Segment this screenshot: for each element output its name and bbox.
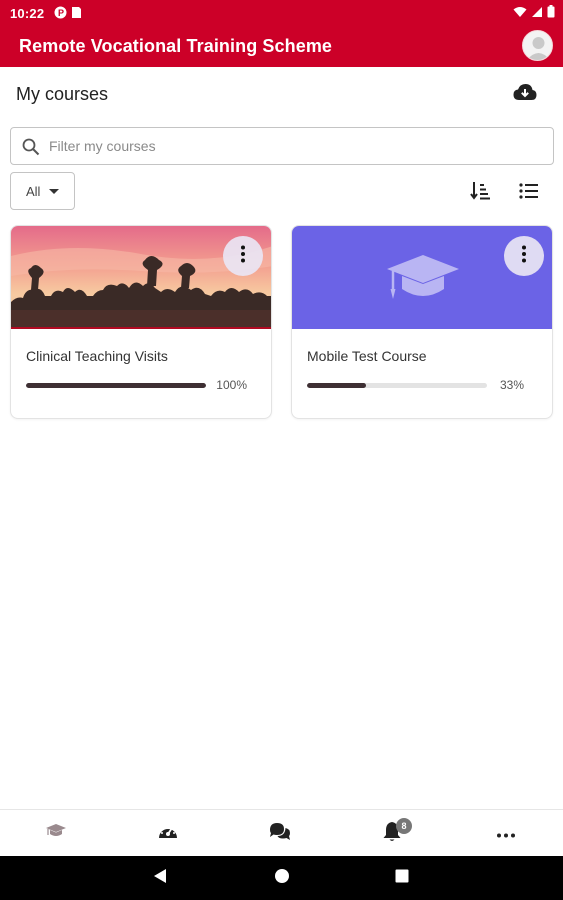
caret-down-icon	[49, 188, 60, 194]
bottom-navigation: 8	[0, 809, 563, 856]
more-vert-icon	[521, 245, 527, 268]
search-icon	[22, 138, 40, 156]
nav-more[interactable]	[448, 810, 563, 857]
nav-my-courses[interactable]	[0, 810, 112, 857]
course-title[interactable]: Mobile Test Course	[307, 348, 427, 364]
sort-icon	[470, 182, 492, 206]
back-triangle-icon	[153, 868, 167, 889]
recents-square-icon	[395, 869, 409, 888]
sort-button[interactable]	[470, 180, 492, 202]
dashboard-gauge-icon	[157, 822, 179, 845]
course-progress-bar	[26, 383, 206, 388]
graduation-cap-icon	[385, 253, 461, 303]
nav-notifications[interactable]: 8	[336, 810, 448, 857]
messages-icon	[268, 822, 292, 846]
svg-text:P: P	[58, 8, 64, 18]
search-field[interactable]	[10, 127, 554, 165]
home-button[interactable]	[270, 866, 294, 890]
course-progress-text: 100%	[216, 378, 247, 392]
sim-card-icon	[71, 6, 82, 22]
home-circle-icon	[274, 868, 290, 889]
course-progress-text: 33%	[499, 378, 524, 392]
course-card[interactable]: Mobile Test Course 33%	[291, 225, 553, 419]
course-title[interactable]: Clinical Teaching Visits	[26, 348, 168, 364]
recents-button[interactable]	[390, 866, 414, 890]
signal-icon	[531, 6, 543, 21]
status-time: 10:22	[10, 6, 45, 21]
battery-icon	[547, 5, 555, 21]
course-progress-fill	[307, 383, 367, 388]
cloud-download-icon	[513, 83, 537, 106]
more-options-icon	[496, 825, 516, 843]
notifications-badge: 8	[396, 818, 412, 834]
course-filter-select[interactable]: All	[10, 172, 75, 210]
nav-messages[interactable]	[224, 810, 336, 857]
more-vert-icon	[240, 245, 246, 268]
graduation-cap-icon	[45, 823, 67, 844]
list-view-icon	[518, 183, 540, 206]
search-input[interactable]	[49, 129, 544, 163]
course-progress-fill	[26, 383, 206, 388]
course-progress-bar	[307, 383, 487, 388]
app-title: Remote Vocational Training Scheme	[19, 36, 333, 56]
download-courses-button[interactable]	[512, 82, 538, 106]
course-options-button[interactable]	[223, 236, 263, 276]
view-toggle-button[interactable]	[518, 180, 540, 202]
system-navigation-bar	[0, 856, 563, 900]
user-avatar-icon[interactable]	[522, 30, 553, 61]
page-title: My courses	[16, 84, 109, 104]
notification-p-icon: P	[54, 6, 67, 22]
course-options-button[interactable]	[504, 236, 544, 276]
wifi-icon	[513, 6, 527, 21]
course-card[interactable]: Clinical Teaching Visits 100%	[10, 225, 272, 419]
filter-selected-value: All	[26, 183, 41, 199]
app-bar: Remote Vocational Training Scheme	[0, 26, 563, 67]
nav-dashboard[interactable]	[112, 810, 224, 857]
back-button[interactable]	[148, 866, 172, 890]
status-bar: 10:22 P	[0, 0, 563, 26]
